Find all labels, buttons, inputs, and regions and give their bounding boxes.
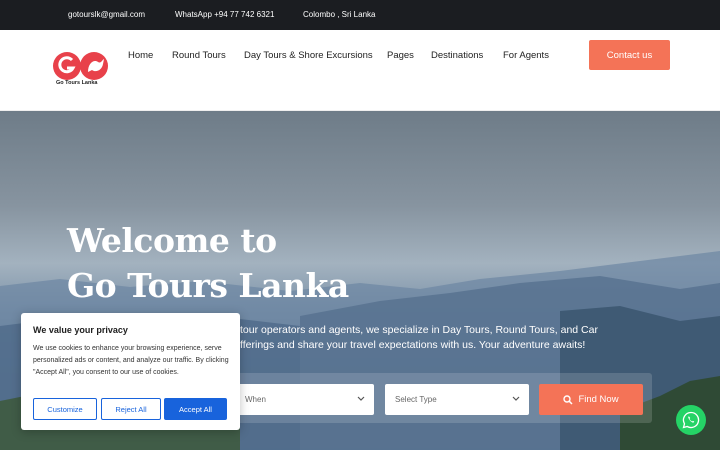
whatsapp-icon [682,411,700,429]
hero-title-line-2: Go Tours Lanka [67,266,349,305]
hero-title-line-1: Welcome to [67,221,277,260]
cookie-title: We value your privacy [33,325,128,335]
chevron-down-icon [357,396,365,401]
site-logo[interactable]: Go Tours Lanka [50,48,112,92]
top-bar: gotourslk@gmail.com WhatsApp +94 77 742 … [0,0,720,30]
contact-us-button[interactable]: Contact us [589,40,670,70]
cookie-accept-button[interactable]: Accept All [164,398,227,420]
cookie-customize-button[interactable]: Customize [33,398,97,420]
topbar-whatsapp[interactable]: WhatsApp +94 77 742 6321 [175,10,274,19]
nav-destinations[interactable]: Destinations [431,50,483,61]
cookie-consent-banner: We value your privacy We use cookies to … [21,313,240,430]
nav-pages[interactable]: Pages [387,50,414,61]
nav-day-tours[interactable]: Day Tours & Shore Excursions [244,50,373,61]
find-now-label: Find Now [578,394,619,405]
logo-text: Go Tours Lanka [56,80,98,86]
hero-description-line-2: fferings and share your travel expectati… [240,339,586,351]
type-select[interactable]: Select Type [385,384,529,415]
find-now-button[interactable]: Find Now [539,384,643,415]
cookie-reject-button[interactable]: Reject All [101,398,161,420]
nav-for-agents[interactable]: For Agents [503,50,549,61]
hero-description-line-1: tour operators and agents, we specialize… [240,324,598,336]
nav-round-tours[interactable]: Round Tours [172,50,226,61]
search-icon [563,394,573,405]
whatsapp-chat-button[interactable] [676,405,706,435]
when-select[interactable]: When [235,384,374,415]
when-select-label: When [245,395,266,404]
topbar-location: Colombo , Sri Lanka [303,10,376,19]
cookie-description: We use cookies to enhance your browsing … [33,345,229,376]
chevron-down-icon [512,396,520,401]
nav-home[interactable]: Home [128,50,153,61]
type-select-label: Select Type [395,395,437,404]
topbar-email[interactable]: gotourslk@gmail.com [68,10,145,19]
